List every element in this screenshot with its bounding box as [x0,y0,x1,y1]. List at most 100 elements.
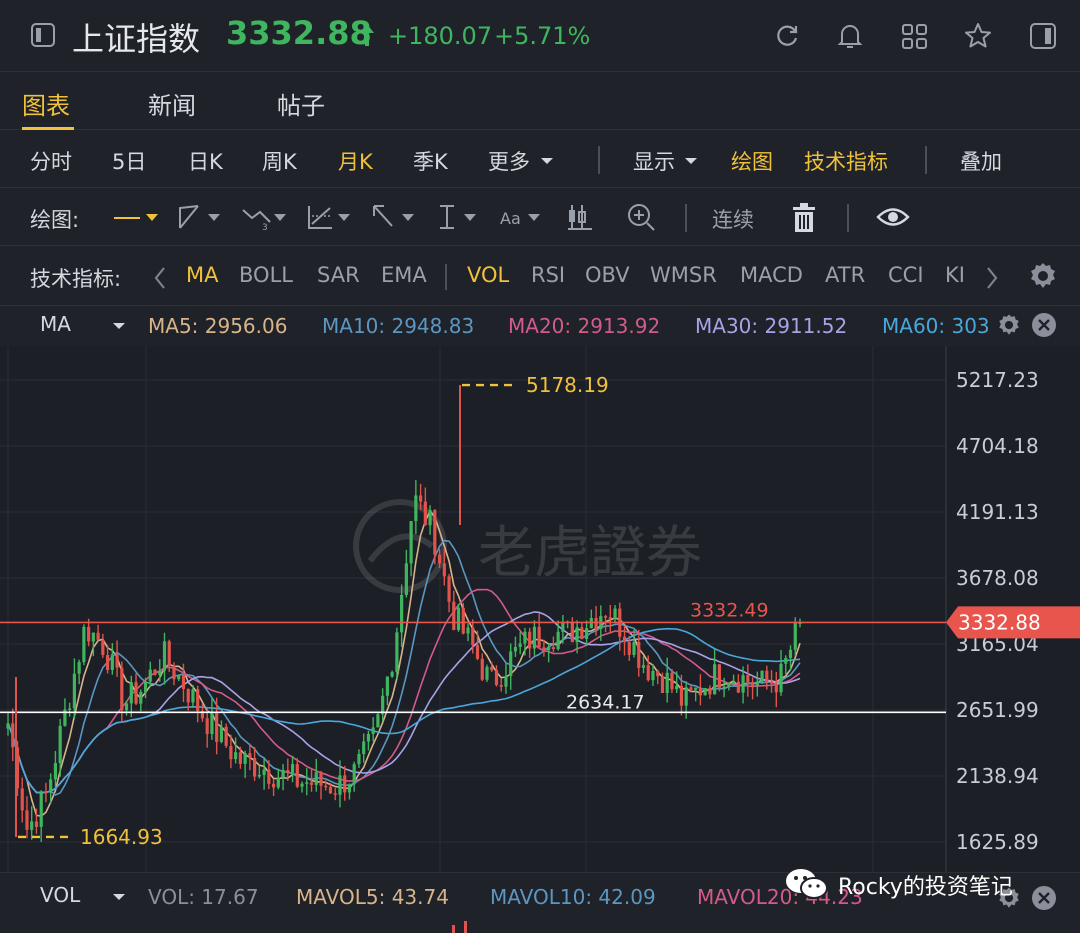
indicator-rsi[interactable]: RSI [531,263,565,287]
ma-legend: MA MA5: 2956.06 MA10: 2948.83 MA20: 2913… [0,306,1080,346]
star-icon[interactable] [964,22,992,50]
vol-selector[interactable]: VOL [40,883,80,907]
y-tick-label: 4704.18 [956,434,1039,458]
indicator-toolbar: 技术指标: MA BOLL SAR EMA VOL RSI OBV WMSR M… [0,246,1080,306]
candle-body [143,681,148,692]
candle-body [224,726,228,746]
candle-body [746,675,750,683]
gear-icon[interactable] [996,312,1022,338]
candle-body [656,670,660,677]
divider [598,146,600,174]
refresh-icon[interactable] [774,23,800,49]
close-icon[interactable] [1031,312,1057,338]
text-cursor-icon[interactable] [436,202,484,232]
y-tick-label: 5217.23 [956,368,1039,392]
continuous-draw-toggle[interactable]: 连续 [712,204,754,234]
candle-body [528,631,532,649]
volume-bar-peek [464,921,467,933]
candle-body [504,676,508,687]
candle-body [632,642,636,655]
candle-body [684,687,688,706]
trash-icon[interactable] [790,202,818,234]
candle-body [471,627,475,646]
candle-body [77,662,81,674]
indicator-wmsr[interactable]: WMSR [650,263,717,287]
period-quarterly[interactable]: 季K [413,146,448,176]
display-menu[interactable]: 显示 [633,146,675,176]
ma10-value: MA10: 2948.83 [322,314,475,338]
ma5-value: MA5: 2956.06 [148,314,288,338]
candle-body [660,676,665,693]
ma-selector[interactable]: MA [40,312,71,336]
indicators-toggle[interactable]: 技术指标 [804,146,888,176]
candle-body [622,636,627,643]
sidebar-toggle-icon[interactable] [30,22,56,48]
tab-chart[interactable]: 图表 [22,86,70,121]
vol-value: VOL: 17.67 [148,885,259,909]
period-toolbar: 分时 5日 日K 周K 月K 季K 更多 显示 绘图 技术指标 叠加 [0,130,1080,188]
tab-news[interactable]: 新闻 [148,86,196,121]
candle-body [708,688,712,695]
candle-body [423,501,427,526]
price-chart[interactable]: 老虎證券 3332.49 2634.17 5178.19 1664.93 5217.2… [0,346,1080,872]
trend-line-icon[interactable] [176,202,224,232]
reference-label: 3332.49 [690,599,769,621]
candle-body [158,670,162,675]
period-5day[interactable]: 5日 [112,146,146,176]
wave-tool-icon[interactable]: 3 [240,202,290,232]
indicator-macd[interactable]: MACD [740,263,803,287]
indicator-kdj[interactable]: KI [945,263,967,287]
period-intraday[interactable]: 分时 [30,146,72,176]
chevron-left-icon[interactable] [152,265,168,291]
candle-body [300,783,304,787]
draw-toggle[interactable]: 绘图 [731,146,773,176]
candle-body [215,712,219,742]
candle-body [694,687,698,690]
text-annotation-icon[interactable]: Aa [498,202,546,232]
candle-body [257,774,261,777]
indicator-obv[interactable]: OBV [585,263,630,287]
period-weekly[interactable]: 周K [262,146,297,176]
period-more[interactable]: 更多 [488,146,530,176]
candle-body [547,647,551,651]
candle-body [689,687,693,690]
arrow-tool-icon[interactable] [370,202,418,232]
candle-body [229,745,233,760]
fibonacci-tool-icon[interactable] [306,202,354,232]
current-price-badge-label: 3332.88 [958,610,1041,634]
chevron-right-icon[interactable] [984,265,1000,291]
indicator-ma[interactable]: MA [186,263,218,287]
candle-body [741,675,745,693]
close-icon[interactable] [1031,885,1057,911]
divider [925,146,927,174]
indicator-atr[interactable]: ATR [825,263,865,287]
indicator-vol[interactable]: VOL [467,263,509,287]
gear-icon[interactable] [1027,260,1059,292]
indicator-cci[interactable]: CCI [888,263,924,287]
period-daily[interactable]: 日K [188,146,223,176]
candle-body [186,688,190,703]
candle-body [404,563,408,595]
panel-toggle-icon[interactable] [1029,22,1057,50]
eye-icon[interactable] [876,204,910,230]
tab-posts[interactable]: 帖子 [277,86,325,121]
indicator-boll[interactable]: BOLL [239,263,293,287]
candle-body [490,666,494,671]
bell-icon[interactable] [837,22,863,50]
candle-body [575,627,579,643]
candle-body [437,554,442,564]
high-label: 5178.19 [526,373,609,397]
candle-body [148,669,152,682]
candle-body [6,723,10,729]
indicator-sar[interactable]: SAR [317,263,360,287]
indicator-ema[interactable]: EMA [381,263,427,287]
overlay-toggle[interactable]: 叠加 [960,146,1002,176]
line-style-icon[interactable] [112,208,160,228]
candle-body [295,764,299,787]
grid-icon[interactable] [901,23,929,51]
candlestick-tool-icon[interactable] [566,202,594,232]
candle-body [784,658,788,664]
period-monthly[interactable]: 月K [338,146,373,176]
zoom-in-icon[interactable] [626,202,656,232]
candle-body [172,665,176,680]
